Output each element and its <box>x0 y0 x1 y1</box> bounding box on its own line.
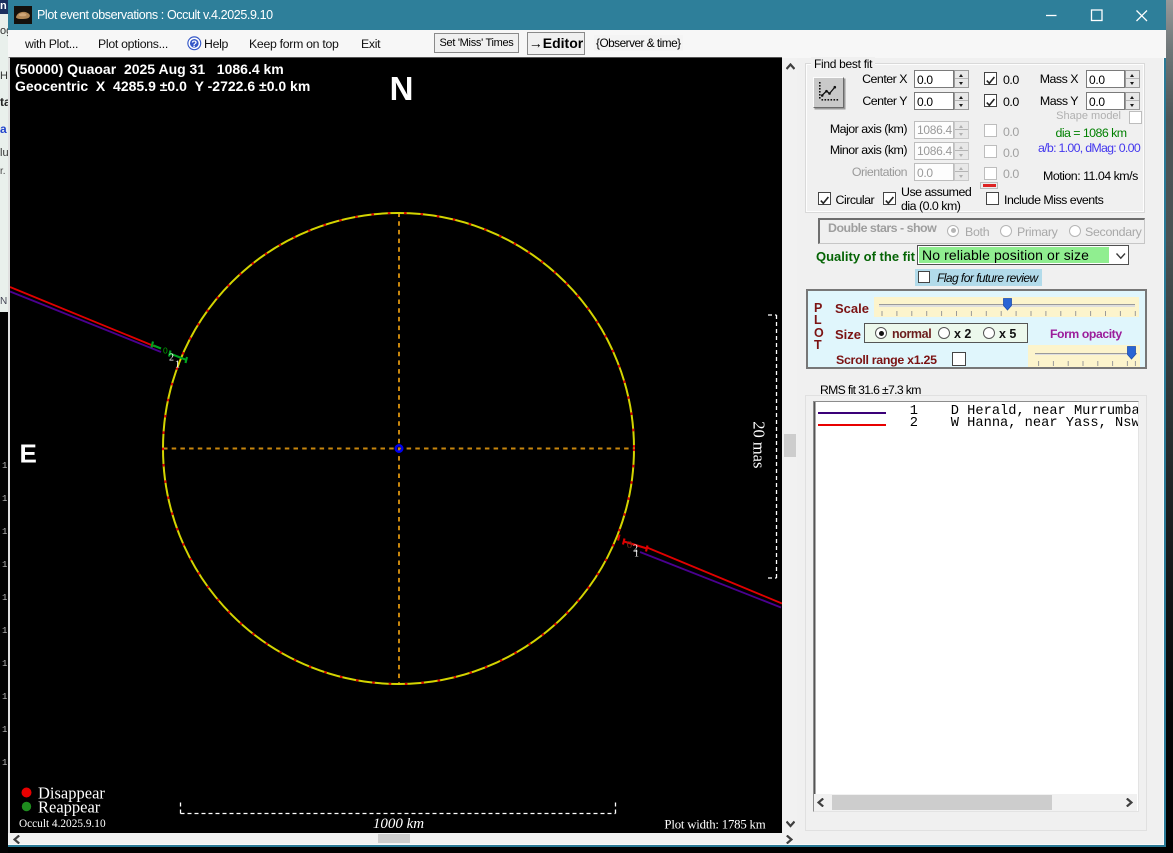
svg-text:E: E <box>20 439 37 469</box>
svg-text:1000 km: 1000 km <box>373 816 424 832</box>
svg-text:?: ? <box>191 39 197 50</box>
svg-text:Occult 4.2025.9.10: Occult 4.2025.9.10 <box>19 818 106 830</box>
svg-text:Reappear: Reappear <box>38 798 101 817</box>
svg-text:Plot width: 1785 km: Plot width: 1785 km <box>664 818 765 832</box>
svg-text:0: 0 <box>627 539 633 551</box>
svg-text:(50000) Quaoar 2025 Aug 31: (50000) Quaoar 2025 Aug 31 1086.4 km <box>15 61 284 77</box>
svg-text:N: N <box>390 70 414 107</box>
svg-text:1: 1 <box>634 549 639 560</box>
svg-text:2: 2 <box>169 353 174 364</box>
svg-text:0: 0 <box>163 346 168 356</box>
svg-text:20 mas: 20 mas <box>750 421 769 468</box>
svg-text:Geocentric X 4285.9 ±0.0 Y: Geocentric X 4285.9 ±0.0 Y -2722.6 ±0.0 … <box>15 78 310 94</box>
svg-text:1: 1 <box>175 360 180 371</box>
